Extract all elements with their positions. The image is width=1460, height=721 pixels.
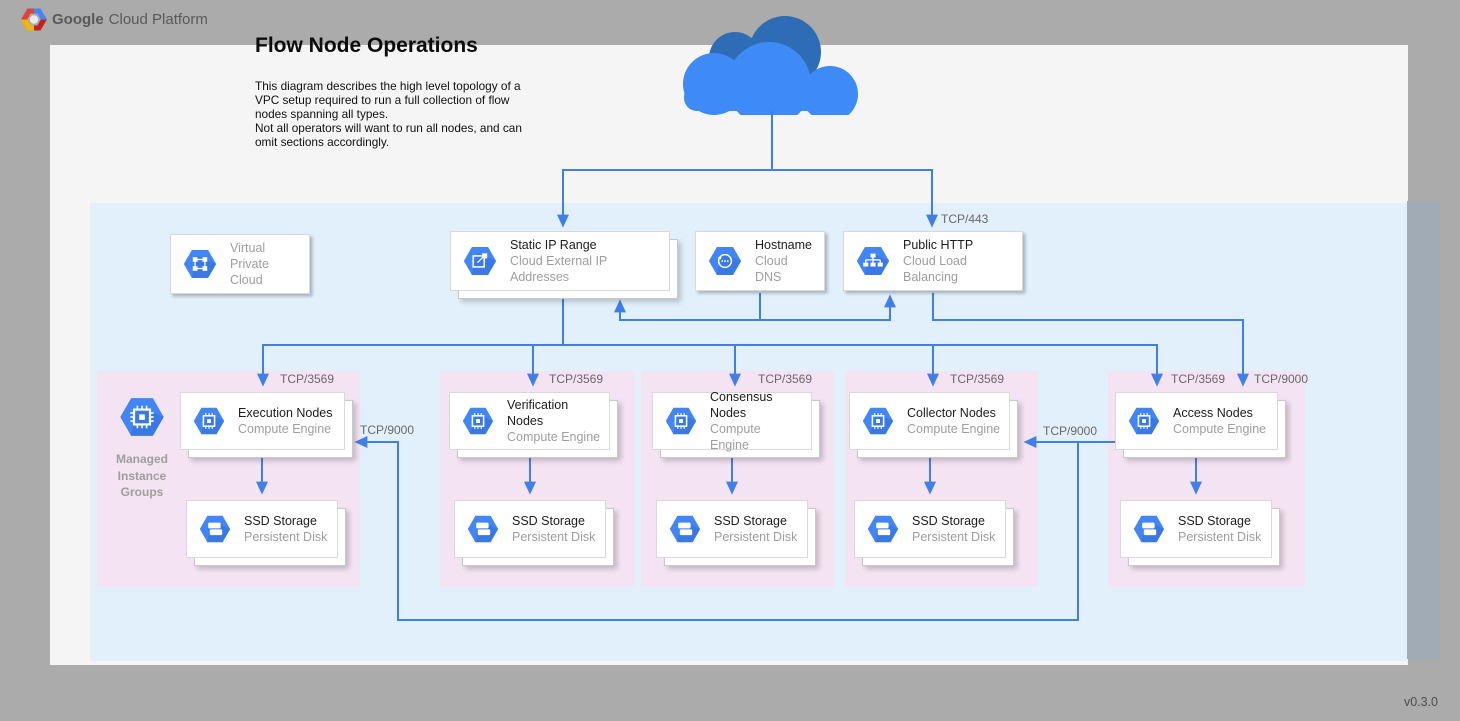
- card-public-http: Public HTTP Cloud Load Balancing: [843, 231, 1023, 291]
- brand-title: Google Cloud Platform: [52, 11, 208, 28]
- card-virtual-private-cloud: Virtual Private Cloud: [170, 234, 310, 294]
- access-ssd-subtitle: Persistent Disk: [1178, 529, 1261, 545]
- page-title: Flow Node Operations: [255, 34, 478, 58]
- collector-nodes-title: Collector Nodes: [907, 405, 1000, 421]
- port-label-tcp9000-execution: TCP/9000: [360, 423, 414, 437]
- card-execution-nodes: Execution Nodes Compute Engine: [180, 392, 345, 450]
- port-label-tcp3569-verification: TCP/3569: [549, 372, 603, 386]
- verification-nodes-subtitle: Compute Engine: [507, 429, 601, 445]
- access-nodes-subtitle: Compute Engine: [1173, 421, 1266, 437]
- managed-instance-groups-label: Managed Instance Groups: [100, 451, 184, 501]
- hostname-title: Hostname: [755, 237, 816, 253]
- compute-engine-icon: [193, 407, 225, 435]
- execution-ssd-subtitle: Persistent Disk: [244, 529, 327, 545]
- card-collector-nodes: Collector Nodes Compute Engine: [849, 392, 1010, 450]
- card-collector-ssd-storage: SSD Storage Persistent Disk: [854, 500, 1006, 558]
- compute-engine-icon: [862, 407, 894, 435]
- card-execution-ssd-storage: SSD Storage Persistent Disk: [186, 500, 338, 558]
- gcp-logo-icon: [21, 8, 48, 31]
- cloud-icon: [670, 15, 880, 115]
- persistent-disk-icon: [1133, 515, 1165, 543]
- persistent-disk-icon: [199, 515, 231, 543]
- version-label: v0.3.0: [1360, 695, 1438, 709]
- compute-engine-icon: [665, 407, 697, 435]
- port-label-tcp3569-consensus: TCP/3569: [758, 372, 812, 386]
- collector-ssd-subtitle: Persistent Disk: [912, 529, 995, 545]
- port-label-tcp3569-execution: TCP/3569: [280, 372, 334, 386]
- card-verification-nodes: Verification Nodes Compute Engine: [449, 392, 610, 450]
- card-access-nodes: Access Nodes Compute Engine: [1115, 392, 1278, 450]
- persistent-disk-icon: [467, 515, 499, 543]
- vpc-card-title: Virtual: [230, 240, 301, 256]
- vpc-area-overhang: [1407, 201, 1440, 659]
- collector-ssd-title: SSD Storage: [912, 513, 995, 529]
- execution-ssd-title: SSD Storage: [244, 513, 327, 529]
- port-label-tcp9000-collector: TCP/9000: [1043, 424, 1097, 438]
- persistent-disk-icon: [867, 515, 899, 543]
- card-static-ip-range: Static IP Range Cloud External IP Addres…: [450, 231, 670, 291]
- port-label-tcp3569-access: TCP/3569: [1171, 372, 1225, 386]
- port-label-tcp443: TCP/443: [941, 212, 988, 226]
- port-label-tcp3569-collector: TCP/3569: [950, 372, 1004, 386]
- card-verification-ssd-storage: SSD Storage Persistent Disk: [454, 500, 606, 558]
- vpc-card-subtitle: Private Cloud: [230, 256, 301, 289]
- brand-google: Google: [52, 11, 104, 28]
- card-consensus-ssd-storage: SSD Storage Persistent Disk: [656, 500, 808, 558]
- hostname-subtitle: Cloud DNS: [755, 253, 816, 286]
- page-description: This diagram describes the high level to…: [255, 79, 545, 149]
- access-ssd-title: SSD Storage: [1178, 513, 1261, 529]
- verification-ssd-title: SSD Storage: [512, 513, 595, 529]
- static-ip-subtitle: Cloud External IP Addresses: [510, 253, 661, 286]
- public-http-subtitle: Cloud Load Balancing: [903, 253, 1014, 286]
- verification-nodes-title: Verification Nodes: [507, 397, 601, 430]
- verification-ssd-subtitle: Persistent Disk: [512, 529, 595, 545]
- consensus-ssd-title: SSD Storage: [714, 513, 797, 529]
- external-ip-icon: [463, 246, 497, 276]
- card-consensus-nodes: Consensus Nodes Compute Engine: [652, 392, 812, 450]
- execution-nodes-title: Execution Nodes: [238, 405, 333, 421]
- public-http-title: Public HTTP: [903, 237, 1014, 253]
- compute-engine-icon: [1128, 407, 1160, 435]
- port-label-tcp9000-access: TCP/9000: [1254, 372, 1308, 386]
- execution-nodes-subtitle: Compute Engine: [238, 421, 333, 437]
- collector-nodes-subtitle: Compute Engine: [907, 421, 1000, 437]
- diagram-stage: Google Cloud Platform Flow Node Operation…: [0, 0, 1460, 721]
- consensus-nodes-title: Consensus Nodes: [710, 389, 803, 422]
- vpc-icon: [183, 249, 217, 279]
- brand-cloud-platform: Cloud Platform: [109, 11, 208, 28]
- managed-instance-groups-icon: [119, 397, 165, 437]
- consensus-ssd-subtitle: Persistent Disk: [714, 529, 797, 545]
- static-ip-title: Static IP Range: [510, 237, 661, 253]
- load-balancer-icon: [856, 246, 890, 276]
- dns-icon: [708, 246, 742, 276]
- card-hostname: Hostname Cloud DNS: [695, 231, 825, 291]
- access-nodes-title: Access Nodes: [1173, 405, 1266, 421]
- consensus-nodes-subtitle: Compute Engine: [710, 421, 803, 454]
- card-access-ssd-storage: SSD Storage Persistent Disk: [1120, 500, 1272, 558]
- persistent-disk-icon: [669, 515, 701, 543]
- compute-engine-icon: [462, 407, 494, 435]
